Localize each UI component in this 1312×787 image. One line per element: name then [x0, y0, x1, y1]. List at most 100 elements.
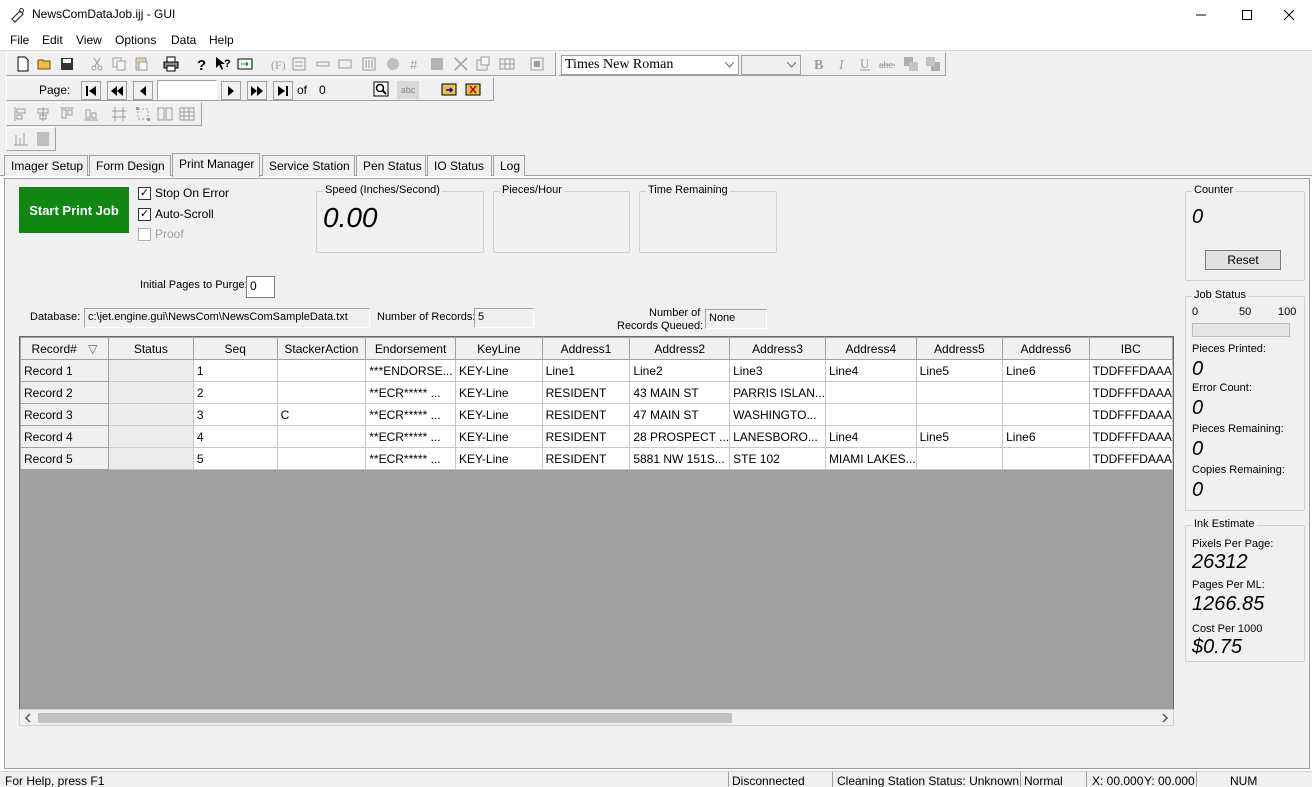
row-header-cell[interactable]: Record 5: [20, 447, 109, 470]
scroll-right-icon[interactable]: [1161, 713, 1169, 723]
fill-icon[interactable]: [429, 56, 445, 72]
start-print-job-button[interactable]: Start Print Job: [19, 187, 129, 233]
font-name-combo[interactable]: Times New Roman: [561, 55, 739, 75]
text-block-icon[interactable]: [291, 56, 307, 72]
row-header-cell[interactable]: Record 1: [20, 359, 109, 382]
column-header[interactable]: Address3: [729, 337, 826, 360]
auto-scroll-checkbox[interactable]: ✓ Auto-Scroll: [138, 207, 214, 221]
paste-icon[interactable]: [133, 56, 149, 72]
first-page-button[interactable]: [81, 81, 101, 100]
grid-cell[interactable]: [1002, 403, 1090, 426]
close-button[interactable]: [1266, 0, 1312, 30]
grid-cell[interactable]: **ECR***** ...: [365, 447, 456, 470]
records-grid[interactable]: Record# ▽ Status Seq StackerAction Endor…: [19, 336, 1174, 726]
field-icon[interactable]: (F): [269, 56, 285, 72]
grid-cell[interactable]: Line6: [1002, 359, 1090, 382]
grid-cell[interactable]: 2: [192, 381, 278, 404]
previous-page-button[interactable]: [133, 81, 153, 100]
grid-cell[interactable]: Line6: [1002, 425, 1090, 448]
tab-form-design[interactable]: Form Design: [89, 155, 171, 176]
grid-cell[interactable]: Line5: [915, 359, 1004, 382]
open-folder-icon[interactable]: [37, 56, 53, 72]
align-center-icon[interactable]: [35, 106, 51, 122]
grid-cell[interactable]: Line1: [541, 359, 631, 382]
tab-service-station[interactable]: Service Station: [262, 155, 355, 176]
fast-forward-button[interactable]: [247, 81, 267, 100]
grid-cell[interactable]: Line4: [824, 359, 917, 382]
grid-cell[interactable]: RESIDENT: [541, 403, 631, 426]
grid-cell[interactable]: RESIDENT: [541, 381, 631, 404]
grid-cell[interactable]: KEY-Line: [454, 403, 543, 426]
number-icon[interactable]: #: [407, 56, 423, 72]
grid-cell[interactable]: Line4: [824, 425, 917, 448]
grid-cell[interactable]: [276, 381, 367, 404]
maximize-button[interactable]: [1224, 0, 1270, 30]
row-header-cell[interactable]: Record 4: [20, 425, 109, 448]
last-page-button[interactable]: [273, 81, 293, 100]
grid-cell[interactable]: LANESBORO...: [729, 425, 826, 448]
grid-cell[interactable]: 5: [192, 447, 278, 470]
align-bottom-icon[interactable]: [83, 106, 99, 122]
grid-cell[interactable]: Line5: [915, 425, 1004, 448]
underline-icon[interactable]: U: [857, 56, 873, 72]
column-header[interactable]: Address2: [629, 337, 731, 360]
tab-io-status[interactable]: IO Status: [427, 155, 492, 176]
table-row[interactable]: Record 3 3 C **ECR***** ... KEY-Line RESIDENT…: [20, 403, 1173, 426]
grid-cell[interactable]: **ECR***** ...: [365, 381, 456, 404]
column-header[interactable]: Address1: [541, 337, 631, 360]
grid-cell[interactable]: TDDFFFDAAA: [1088, 359, 1173, 382]
stop-on-error-checkbox[interactable]: ✓ Stop On Error: [138, 186, 229, 200]
grid-cell[interactable]: RESIDENT: [541, 447, 631, 470]
grid-cell[interactable]: Line2: [629, 359, 731, 382]
grid-cell[interactable]: STE 102: [729, 447, 826, 470]
grid-cell[interactable]: [107, 403, 194, 426]
grid-cell[interactable]: 28 PROSPECT ...: [629, 425, 731, 448]
grid-icon[interactable]: [179, 106, 195, 122]
row-header-cell[interactable]: Record 2: [20, 381, 109, 404]
align-left-icon[interactable]: [13, 106, 29, 122]
line-icon[interactable]: [315, 56, 331, 72]
grid-cell[interactable]: 3: [192, 403, 278, 426]
grid-cell[interactable]: WASHINGTO...: [729, 403, 826, 426]
page-setup-icon[interactable]: [35, 131, 51, 147]
grid-cell[interactable]: TDDFFFDAAA: [1088, 425, 1173, 448]
send-backward-icon[interactable]: [925, 56, 941, 72]
menu-help[interactable]: Help: [209, 33, 234, 47]
grid-cell[interactable]: 1: [192, 359, 278, 382]
grid-cell[interactable]: [276, 359, 367, 382]
show-text-toggle[interactable]: abc: [397, 81, 419, 99]
grid-cell[interactable]: [276, 447, 367, 470]
tab-print-manager[interactable]: Print Manager: [172, 153, 260, 177]
grid-cell[interactable]: [107, 381, 194, 404]
snap-grid-icon[interactable]: [111, 106, 127, 122]
column-header[interactable]: Address6: [1002, 337, 1090, 360]
properties-icon[interactable]: [475, 56, 491, 72]
grid-cell[interactable]: Line3: [729, 359, 826, 382]
grid-cell[interactable]: [276, 425, 367, 448]
grid-cell[interactable]: [915, 381, 1004, 404]
grid-cell[interactable]: [107, 359, 194, 382]
column-header[interactable]: Seq: [192, 337, 278, 360]
row-header-cell[interactable]: Record 3: [20, 403, 109, 426]
grid-cell[interactable]: 5881 NW 151S...: [629, 447, 731, 470]
minimize-button[interactable]: [1178, 0, 1224, 30]
grid-cell[interactable]: ***ENDORSE...: [365, 359, 456, 382]
graphic-icon[interactable]: [385, 56, 401, 72]
new-file-icon[interactable]: [15, 56, 31, 72]
grid-cell[interactable]: PARRIS ISLAN...: [729, 381, 826, 404]
grid-cell[interactable]: **ECR***** ...: [365, 425, 456, 448]
table-row[interactable]: Record 2 2 **ECR***** ... KEY-Line RESIDENT 4…: [20, 381, 1173, 404]
grid-cell[interactable]: MIAMI LAKES...: [824, 447, 917, 470]
grid-cell[interactable]: KEY-Line: [454, 359, 543, 382]
scrollbar-thumb[interactable]: [38, 713, 732, 723]
help-icon[interactable]: ?: [193, 56, 209, 72]
column-header[interactable]: Record# ▽: [20, 337, 109, 360]
grid-cell[interactable]: TDDFFFDAAA: [1088, 447, 1173, 470]
grid-cell[interactable]: [107, 425, 194, 448]
grid-cell[interactable]: TDDFFFDAAA: [1088, 403, 1173, 426]
menu-edit[interactable]: Edit: [42, 33, 63, 47]
italic-icon[interactable]: I: [835, 56, 851, 72]
save-icon[interactable]: [59, 56, 75, 72]
column-header[interactable]: IBC: [1088, 337, 1173, 360]
table-icon[interactable]: [499, 56, 515, 72]
